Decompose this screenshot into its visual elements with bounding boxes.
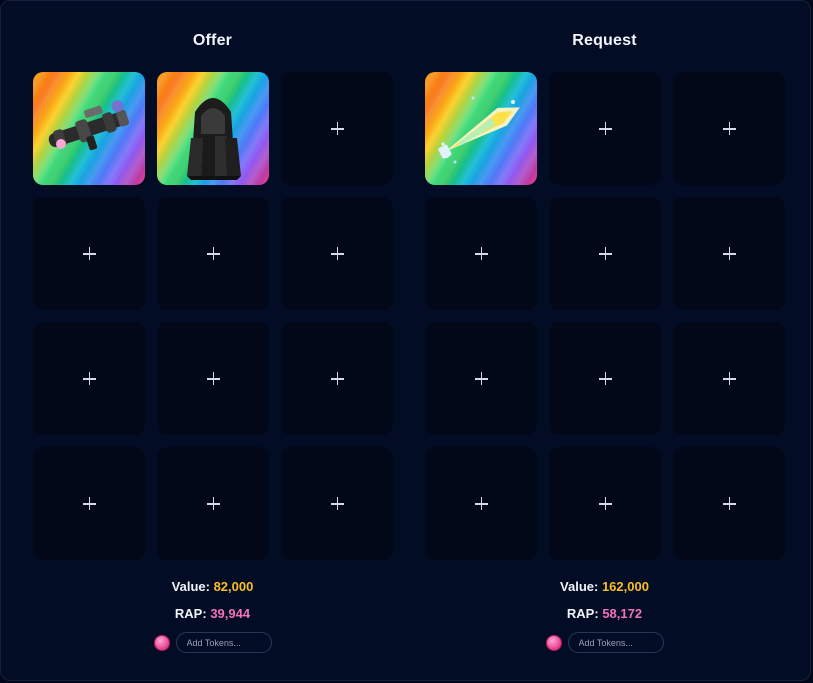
plus-icon bbox=[206, 497, 220, 510]
plus-icon bbox=[330, 497, 344, 510]
plus-icon bbox=[474, 497, 488, 510]
plus-icon bbox=[598, 497, 612, 510]
plus-icon bbox=[330, 372, 344, 385]
plus-icon bbox=[474, 247, 488, 260]
token-coin-icon bbox=[153, 634, 170, 651]
offer-slot-1[interactable] bbox=[33, 72, 145, 185]
offer-tokens-input[interactable] bbox=[175, 632, 272, 653]
request-slot-2[interactable] bbox=[549, 72, 661, 185]
request-slot-8[interactable] bbox=[549, 322, 661, 435]
offer-value: 82,000 bbox=[213, 579, 254, 594]
trade-panel: Offer Value: 82,000 RAP: 39,944 Add Toke… bbox=[0, 0, 811, 681]
offer-totals: Value: 82,000 RAP: 39,944 bbox=[30, 579, 395, 633]
offer-slot-11[interactable] bbox=[157, 447, 269, 560]
request-slot-5[interactable] bbox=[549, 197, 661, 310]
plus-icon bbox=[82, 247, 96, 260]
offer-slot-3[interactable] bbox=[281, 72, 393, 185]
request-tokens-input[interactable] bbox=[567, 632, 664, 653]
request-slot-6[interactable] bbox=[673, 197, 785, 310]
plus-icon bbox=[598, 247, 612, 260]
offer-slot-2[interactable] bbox=[157, 72, 269, 185]
token-coin-icon bbox=[545, 634, 562, 651]
offer-rap: 39,944 bbox=[210, 606, 251, 621]
plus-icon bbox=[82, 497, 96, 510]
offer-slot-5[interactable] bbox=[157, 197, 269, 310]
plus-icon bbox=[330, 122, 344, 135]
plus-icon bbox=[206, 247, 220, 260]
request-slot-4[interactable] bbox=[425, 197, 537, 310]
request-value-row: Value: 162,000 bbox=[422, 579, 787, 606]
request-totals: Value: 162,000 RAP: 58,172 bbox=[422, 579, 787, 633]
request-rap: 58,172 bbox=[602, 606, 643, 621]
request-value: 162,000 bbox=[601, 579, 649, 594]
request-slot-9[interactable] bbox=[673, 322, 785, 435]
plus-icon bbox=[722, 247, 736, 260]
request-slot-10[interactable] bbox=[425, 447, 537, 560]
offer-value-row: Value: 82,000 bbox=[30, 579, 395, 606]
plus-icon bbox=[330, 247, 344, 260]
request-rap-label: RAP: bbox=[566, 606, 599, 621]
offer-slot-6[interactable] bbox=[281, 197, 393, 310]
offer-rap-row: RAP: 39,944 bbox=[30, 606, 395, 633]
offer-value-label: Value: bbox=[171, 579, 210, 594]
request-tokens bbox=[422, 632, 787, 653]
offer-slot-10[interactable] bbox=[33, 447, 145, 560]
plus-icon bbox=[598, 122, 612, 135]
request-grid bbox=[425, 72, 787, 560]
offer-slot-12[interactable] bbox=[281, 447, 393, 560]
plus-icon bbox=[206, 372, 220, 385]
crystal-sword-icon bbox=[438, 96, 520, 164]
rocket-launcher-icon bbox=[48, 100, 130, 151]
plus-icon bbox=[722, 122, 736, 135]
plus-icon bbox=[598, 372, 612, 385]
plus-icon bbox=[82, 372, 96, 385]
offer-slot-9[interactable] bbox=[281, 322, 393, 435]
offer-rap-label: RAP: bbox=[174, 606, 207, 621]
request-slot-12[interactable] bbox=[673, 447, 785, 560]
offer-tokens bbox=[30, 632, 395, 653]
plus-icon bbox=[474, 372, 488, 385]
request-slot-7[interactable] bbox=[425, 322, 537, 435]
dark-hood-icon bbox=[187, 98, 241, 180]
request-value-label: Value: bbox=[560, 579, 599, 594]
request-slot-1[interactable] bbox=[425, 72, 537, 185]
plus-icon bbox=[722, 497, 736, 510]
plus-icon bbox=[722, 372, 736, 385]
offer-title: Offer bbox=[192, 32, 233, 49]
offer-grid bbox=[33, 72, 395, 560]
request-slot-3[interactable] bbox=[673, 72, 785, 185]
offer-slot-7[interactable] bbox=[33, 322, 145, 435]
request-slot-11[interactable] bbox=[549, 447, 661, 560]
request-title: Request bbox=[572, 32, 637, 49]
offer-slot-4[interactable] bbox=[33, 197, 145, 310]
request-rap-row: RAP: 58,172 bbox=[422, 606, 787, 633]
offer-slot-8[interactable] bbox=[157, 322, 269, 435]
